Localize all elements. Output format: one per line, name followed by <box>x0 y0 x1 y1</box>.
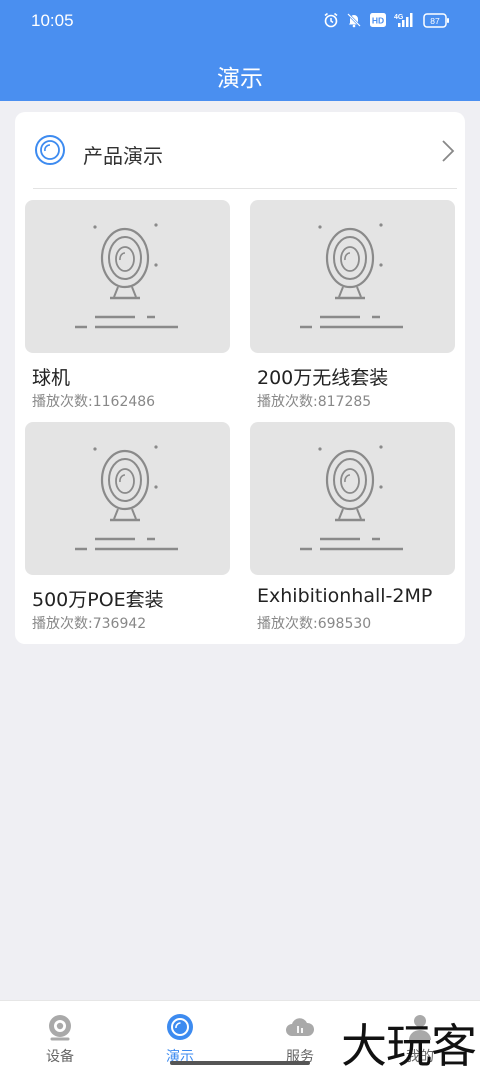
svg-text:4G: 4G <box>394 14 404 21</box>
demo-item-title: 球机 <box>32 367 71 389</box>
status-icons: HD 4G 87 <box>323 12 450 28</box>
demo-item-views: 播放次数:817285 <box>257 394 372 410</box>
camera-placeholder-icon <box>75 445 178 551</box>
signal-4g-icon: 4G <box>394 13 413 27</box>
battery-icon: 87 <box>423 12 449 28</box>
demo-thumbnail <box>250 422 455 575</box>
camera-icon <box>49 1015 71 1041</box>
status-bar: 10:05 HD 4G 87 <box>0 0 480 40</box>
section-title: 产品演示 <box>83 144 163 168</box>
demo-item-views: 播放次数:736942 <box>32 616 147 632</box>
demo-lens-icon <box>35 135 65 165</box>
watermark-text: 大玩客 <box>341 1019 477 1067</box>
camera-placeholder-icon <box>300 223 403 329</box>
app-header: 10:05 HD 4G 87 演示 <box>0 0 480 101</box>
demo-item-title: 200万无线套装 <box>257 367 389 389</box>
section-divider <box>33 188 457 189</box>
svg-text:87: 87 <box>430 16 440 26</box>
demo-icon <box>167 1014 193 1040</box>
bell-off-icon <box>347 13 361 28</box>
demo-thumbnail <box>25 200 230 353</box>
tab-demo[interactable]: 演示 <box>120 1001 240 1067</box>
status-time: 10:05 <box>31 11 74 30</box>
demo-thumbnail <box>250 200 455 353</box>
page-title: 演示 <box>217 66 263 92</box>
camera-placeholder-icon <box>300 445 403 551</box>
demo-thumbnail <box>25 422 230 575</box>
hd-icon: HD <box>370 13 386 27</box>
product-demo-card: 产品演示 球机 播放次数:1162486 200万无线套装 播放次数:81728… <box>15 112 465 644</box>
cloud-service-icon <box>286 1018 314 1036</box>
demo-item[interactable]: 200万无线套装 播放次数:817285 <box>250 200 455 415</box>
chevron-right-icon[interactable] <box>441 139 455 163</box>
svg-text:HD: HD <box>372 16 384 26</box>
demo-item-views: 播放次数:698530 <box>257 616 372 632</box>
tab-label: 设备 <box>46 1049 74 1065</box>
demo-item[interactable]: Exhibitionhall-2MP 播放次数:698530 <box>250 422 455 637</box>
demo-item[interactable]: 500万POE套装 播放次数:736942 <box>25 422 230 637</box>
tab-devices[interactable]: 设备 <box>0 1001 120 1067</box>
home-indicator[interactable] <box>170 1061 310 1065</box>
demo-item-title: Exhibitionhall-2MP <box>257 585 433 607</box>
product-demo-header[interactable]: 产品演示 <box>15 112 465 190</box>
demo-item[interactable]: 球机 播放次数:1162486 <box>25 200 230 415</box>
demo-item-title: 500万POE套装 <box>32 589 164 611</box>
alarm-icon <box>324 12 338 28</box>
camera-placeholder-icon <box>75 223 178 329</box>
demo-item-views: 播放次数:1162486 <box>32 394 156 410</box>
